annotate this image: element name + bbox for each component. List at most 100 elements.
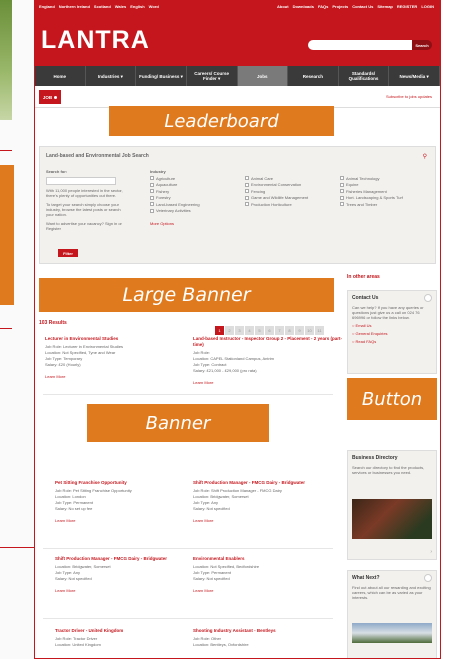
job-title[interactable]: Shooting Industry Assistant - Bentleys — [193, 628, 343, 634]
checkbox[interactable] — [340, 176, 344, 181]
nav-funding-business[interactable]: Funding/ Business ▾ — [136, 66, 187, 86]
top-link[interactable]: Contact Us — [352, 4, 373, 9]
industry-option[interactable]: Trees and Timber — [340, 202, 403, 209]
contact-link[interactable]: ○ Read FAQs — [348, 336, 436, 344]
search-input[interactable] — [308, 40, 412, 50]
what-next-box: What Next? Find out about all our reward… — [347, 570, 437, 658]
top-link[interactable]: FAQs — [318, 4, 328, 9]
page-link[interactable]: 2 — [225, 326, 234, 335]
checkbox[interactable] — [150, 182, 154, 187]
checkbox[interactable] — [340, 202, 344, 207]
learn-more-link[interactable]: Learn More — [55, 518, 205, 524]
what-next-photo — [352, 623, 432, 643]
checkbox[interactable] — [150, 176, 154, 181]
login-link[interactable]: LOGIN — [421, 4, 434, 9]
top-link[interactable]: Downloads — [293, 4, 314, 9]
top-links-right: About Downloads FAQs Projects Contact Us… — [277, 4, 434, 9]
chevron-icon[interactable] — [424, 294, 432, 302]
checkbox[interactable] — [340, 182, 344, 187]
contact-link[interactable]: ○ Email Us — [348, 320, 436, 328]
search-button[interactable]: Search — [412, 40, 432, 50]
arrow-icon[interactable]: › — [430, 549, 432, 555]
learn-more-link[interactable]: Learn More — [193, 380, 343, 386]
nav-news-media[interactable]: News/Media ▾ — [389, 66, 440, 86]
top-link[interactable]: English — [130, 4, 144, 9]
checkbox[interactable] — [245, 182, 249, 187]
large-banner-ad[interactable]: Large Banner — [39, 278, 334, 312]
top-link[interactable]: Sitemap — [377, 4, 393, 9]
top-link[interactable]: About — [277, 4, 289, 9]
learn-more-link[interactable]: Learn More — [55, 588, 205, 594]
advertise-text[interactable]: Want to advertise your vacancy? Sign in … — [46, 221, 126, 231]
lantra-logo[interactable]: LANTRA — [41, 26, 150, 55]
page-link[interactable]: 8 — [285, 326, 294, 335]
job-title[interactable]: Shift Production Manager - FMCG Dairy - … — [55, 556, 205, 562]
button-ad[interactable]: Button — [347, 378, 437, 420]
nav-standards[interactable]: Standards/ Qualifications — [339, 66, 390, 86]
page-link[interactable]: 3 — [235, 326, 244, 335]
what-next-title: What Next? — [352, 575, 380, 581]
nav-home[interactable]: Home — [35, 66, 86, 86]
search-icon[interactable]: ⚲ — [423, 153, 427, 160]
industry-option[interactable]: Production Horticulture — [245, 202, 308, 209]
checkbox[interactable] — [150, 208, 154, 213]
register-link[interactable]: REGISTER — [397, 4, 417, 9]
nav-careers[interactable]: Careers/ Course Finder ▾ — [187, 66, 238, 86]
checkbox[interactable] — [340, 189, 344, 194]
job-card: Pet Sitting Franchise Opportunity Job Ro… — [55, 480, 205, 524]
large-banner-label: Large Banner — [122, 284, 251, 306]
learn-more-link[interactable]: Learn More — [193, 518, 343, 524]
jobs-tab[interactable]: JOB — [39, 90, 61, 104]
top-link[interactable]: Wales — [115, 4, 126, 9]
leaderboard-ad[interactable]: Leaderboard — [109, 106, 334, 136]
keyword-input[interactable] — [46, 177, 116, 185]
checkbox[interactable] — [245, 195, 249, 200]
checkbox[interactable] — [150, 189, 154, 194]
job-title[interactable]: Lecturer in Environmental Studies — [45, 336, 195, 342]
learn-more-link[interactable]: Learn More — [45, 374, 195, 380]
top-link[interactable]: England — [39, 4, 55, 9]
checkbox[interactable] — [340, 195, 344, 200]
job-title[interactable]: Tractor Driver - United Kingdom — [55, 628, 205, 634]
nav-research[interactable]: Research — [288, 66, 339, 86]
job-card: Lecturer in Environmental Studies Job Ro… — [45, 336, 195, 380]
chevron-icon[interactable] — [424, 574, 432, 582]
learn-more-link[interactable]: Learn More — [193, 588, 343, 594]
top-link[interactable]: Northern Ireland — [59, 4, 90, 9]
page-link[interactable]: 5 — [255, 326, 264, 335]
page-link[interactable]: 6 — [265, 326, 274, 335]
job-title[interactable]: Environmental Enablers — [193, 556, 343, 562]
more-options-link[interactable]: More Options — [150, 221, 200, 228]
job-title[interactable]: Land-based Instructor - Inspector Group … — [193, 336, 343, 348]
results-count: 103 Results — [39, 320, 67, 326]
top-link[interactable]: Projects — [332, 4, 348, 9]
nature-photo-thumbnail — [0, 0, 12, 120]
filter-button[interactable]: Filter — [58, 249, 78, 257]
page-link[interactable]: 10 — [305, 326, 314, 335]
contact-link[interactable]: ○ General Enquiries — [348, 328, 436, 336]
page-link[interactable]: 7 — [275, 326, 284, 335]
page-link[interactable]: 9 — [295, 326, 304, 335]
industry-option[interactable]: Veterinary Activities — [150, 208, 200, 215]
job-salary: Salary: Not specified — [193, 576, 230, 581]
page-link[interactable]: 4 — [245, 326, 254, 335]
nav-industries[interactable]: Industries ▾ — [86, 66, 137, 86]
page-link[interactable]: 1 — [215, 326, 224, 335]
checkbox[interactable] — [245, 202, 249, 207]
checkbox[interactable] — [245, 189, 249, 194]
top-link[interactable]: Scotland — [94, 4, 111, 9]
top-link[interactable]: Word — [149, 4, 159, 9]
job-salary: Salary: Not specified — [193, 506, 230, 511]
job-card: Shift Production Manager - FMCG Dairy - … — [55, 556, 205, 594]
job-title[interactable]: Pet Sitting Franchise Opportunity — [55, 480, 205, 486]
subscribe-link[interactable]: Subscribe to jobs updates — [386, 94, 432, 99]
banner-ad[interactable]: Banner — [87, 404, 269, 442]
nav-jobs[interactable]: Jobs — [237, 66, 289, 86]
header: England Northern Ireland Scotland Wales … — [35, 0, 440, 86]
checkbox[interactable] — [245, 176, 249, 181]
job-title[interactable]: Shift Production Manager - FMCG Dairy - … — [193, 480, 343, 486]
job-card: Tractor Driver - United Kingdom Job Role… — [55, 628, 205, 648]
checkbox[interactable] — [150, 202, 154, 207]
checkbox[interactable] — [150, 195, 154, 200]
page-link[interactable]: 11 — [315, 326, 324, 335]
